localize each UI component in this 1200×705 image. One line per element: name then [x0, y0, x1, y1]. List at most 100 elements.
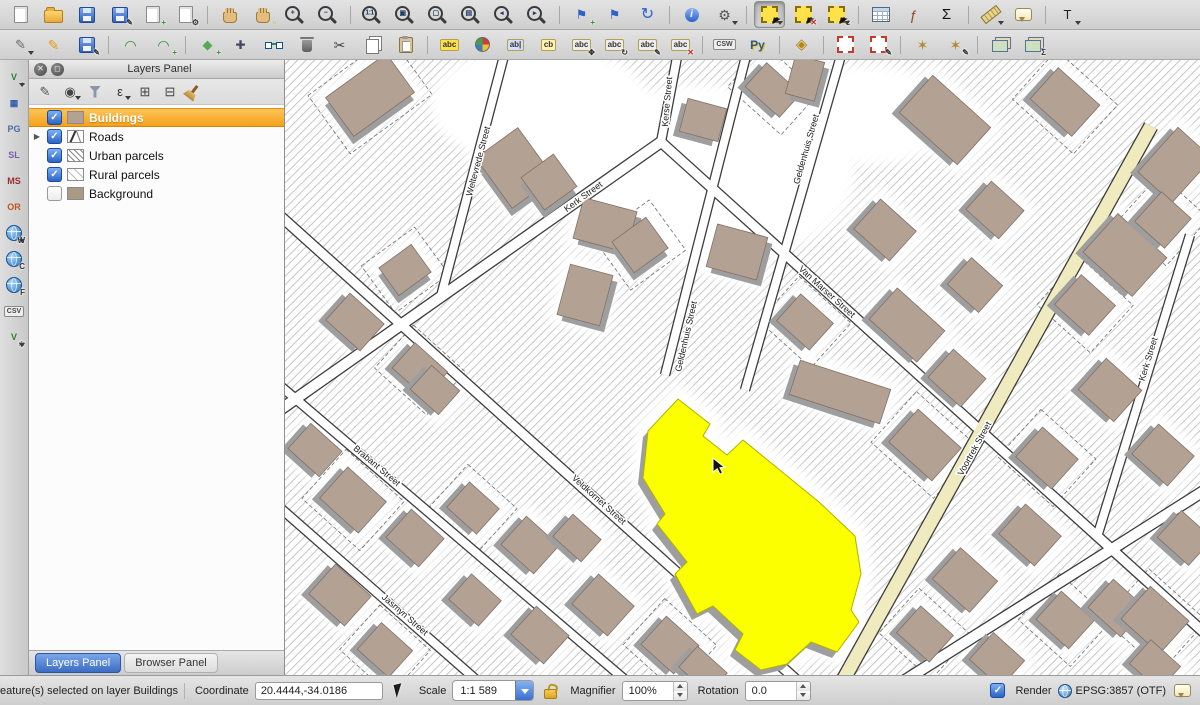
- pan-map-button[interactable]: [215, 2, 244, 27]
- scale-lock-button[interactable]: [540, 681, 560, 700]
- add-postgis-layer-button[interactable]: PG: [2, 117, 26, 141]
- rotate-label-button[interactable]: abc↻: [600, 32, 629, 57]
- magnifier-spinbox[interactable]: 100%: [622, 681, 688, 701]
- add-oracle-layer-button[interactable]: OR: [2, 195, 26, 219]
- change-label-properties-button[interactable]: abc✎: [633, 32, 662, 57]
- highlight-pinned-labels-button[interactable]: cb: [534, 32, 563, 57]
- add-wfs-layer-button[interactable]: F: [2, 273, 26, 297]
- current-edits-button[interactable]: ✎: [6, 32, 35, 57]
- zoom-out-button[interactable]: −: [314, 2, 343, 27]
- expand-all-button[interactable]: ⊞: [133, 81, 157, 102]
- add-raster-layer-button[interactable]: ▦: [2, 91, 26, 115]
- measure-line-button[interactable]: [976, 2, 1005, 27]
- scale-combobox[interactable]: 1:1 589: [452, 680, 534, 701]
- new-project-button[interactable]: [6, 2, 35, 27]
- rotation-spinbox[interactable]: 0.0: [745, 681, 811, 701]
- run-feature-action-button[interactable]: ⚙: [710, 2, 739, 27]
- check-geometries-button[interactable]: ◈: [787, 32, 816, 57]
- new-print-composer-button[interactable]: +: [138, 2, 167, 27]
- zoom-full-extent-button[interactable]: ▣: [391, 2, 420, 27]
- new-shapefile-layer-button[interactable]: V✱: [2, 325, 26, 349]
- smooth-feature-tool-button[interactable]: ✶✎: [941, 32, 970, 57]
- add-feature-button[interactable]: ◆+: [193, 32, 222, 57]
- pan-to-selection-button[interactable]: ▫: [248, 2, 277, 27]
- layer-item-background[interactable]: Background: [29, 184, 284, 203]
- statistical-summary-button[interactable]: Σ: [932, 2, 961, 27]
- zoom-to-selection-button[interactable]: ▢: [424, 2, 453, 27]
- spin-down-icon[interactable]: [797, 691, 810, 700]
- identify-features-button[interactable]: i: [677, 2, 706, 27]
- layer-item-urban-parcels[interactable]: Urban parcels: [29, 146, 284, 165]
- spinner-arrows[interactable]: [796, 682, 810, 700]
- add-delimited-text-layer-button[interactable]: CSV: [2, 299, 26, 323]
- expand-arrow-icon[interactable]: ▶: [32, 132, 42, 141]
- layer-item-buildings[interactable]: Buildings: [29, 108, 284, 127]
- sketch-annotation-tool-button[interactable]: ✶: [908, 32, 937, 57]
- save-layer-edits-button[interactable]: ✎: [72, 32, 101, 57]
- refresh-map-button[interactable]: ↻: [633, 2, 662, 27]
- spin-up-icon[interactable]: [674, 682, 687, 691]
- map-svg[interactable]: Kerse StreetWeltevrede StreetKerk Street…: [285, 60, 1200, 675]
- map-canvas[interactable]: Kerse StreetWeltevrede StreetKerk Street…: [285, 60, 1200, 675]
- spin-up-icon[interactable]: [797, 682, 810, 691]
- save-project-as-button[interactable]: ✎: [105, 2, 134, 27]
- spin-down-icon[interactable]: [674, 691, 687, 700]
- add-wms-layer-button[interactable]: W: [2, 221, 26, 245]
- zoom-next-button[interactable]: ▸: [523, 2, 552, 27]
- coordinate-input[interactable]: 20.4444,-34.0186: [255, 682, 383, 700]
- layer-item-roads[interactable]: ▶Roads: [29, 127, 284, 146]
- pin-unpin-labels-button[interactable]: ab|: [501, 32, 530, 57]
- zoom-last-button[interactable]: ◂: [490, 2, 519, 27]
- add-circular-string-by-tangent-button[interactable]: ◠+: [149, 32, 178, 57]
- zoom-in-button[interactable]: +: [281, 2, 310, 27]
- new-bookmark-button[interactable]: ⚑+: [567, 2, 596, 27]
- raster-calculator-button[interactable]: Σ: [1018, 32, 1047, 57]
- layer-visibility-checkbox[interactable]: [47, 186, 62, 201]
- tab-browser-panel[interactable]: Browser Panel: [124, 653, 218, 673]
- map-tips-button[interactable]: [1009, 2, 1038, 27]
- copy-features-button[interactable]: [358, 32, 387, 57]
- save-project-button[interactable]: [72, 2, 101, 27]
- combo-dropdown-icon[interactable]: [515, 681, 533, 700]
- layer-visibility-checkbox[interactable]: [47, 148, 62, 163]
- tab-layers-panel[interactable]: Layers Panel: [35, 653, 121, 673]
- layer-visibility-checkbox[interactable]: [47, 110, 62, 125]
- paste-features-button[interactable]: [391, 32, 420, 57]
- manage-map-themes-button[interactable]: ◉: [58, 81, 82, 102]
- show-bookmarks-button[interactable]: ⚑: [600, 2, 629, 27]
- zoom-to-layer-button[interactable]: ▤: [457, 2, 486, 27]
- select-features-by-rectangle-button[interactable]: [754, 1, 785, 28]
- cut-features-button[interactable]: ✂: [325, 32, 354, 57]
- csw-metasearch-button[interactable]: CSW: [710, 32, 739, 57]
- layer-visibility-checkbox[interactable]: [47, 167, 62, 182]
- filter-legend-button[interactable]: [83, 81, 107, 102]
- composer-manager-button[interactable]: ⚙: [171, 2, 200, 27]
- float-panel-button[interactable]: ◻: [51, 63, 64, 76]
- python-console-button[interactable]: Py: [743, 32, 772, 57]
- georeferencer-button[interactable]: [985, 32, 1014, 57]
- show-hide-labels-button[interactable]: abc✕: [666, 32, 695, 57]
- add-vector-layer-button[interactable]: V+: [2, 65, 26, 89]
- move-label-button[interactable]: abc✥: [567, 32, 596, 57]
- layer-diagram-options-button[interactable]: [468, 32, 497, 57]
- text-annotation-button[interactable]: T: [1053, 2, 1082, 27]
- node-tool-button[interactable]: [259, 32, 288, 57]
- add-wcs-layer-button[interactable]: C: [2, 247, 26, 271]
- collapse-all-button[interactable]: ⊟: [158, 81, 182, 102]
- close-panel-button[interactable]: ✕: [34, 63, 47, 76]
- add-circular-string-button[interactable]: ◠: [116, 32, 145, 57]
- add-mssql-layer-button[interactable]: MS: [2, 169, 26, 193]
- open-attribute-table-button[interactable]: [866, 2, 895, 27]
- add-spatialite-layer-button[interactable]: SL: [2, 143, 26, 167]
- field-calculator-button[interactable]: ƒ: [899, 2, 928, 27]
- deselect-all-button[interactable]: ✕: [789, 2, 818, 27]
- toggle-editing-button[interactable]: ✎: [39, 32, 68, 57]
- reshape-features-button[interactable]: ✎: [864, 32, 893, 57]
- messages-button[interactable]: [1172, 681, 1192, 700]
- open-project-button[interactable]: [39, 2, 68, 27]
- layer-labeling-options-button[interactable]: abc: [435, 32, 464, 57]
- select-by-expression-button[interactable]: ε: [822, 2, 851, 27]
- crs-status-button[interactable]: EPSG:3857 (OTF): [1058, 684, 1166, 698]
- spinner-arrows[interactable]: [673, 682, 687, 700]
- delete-selected-button[interactable]: [292, 32, 321, 57]
